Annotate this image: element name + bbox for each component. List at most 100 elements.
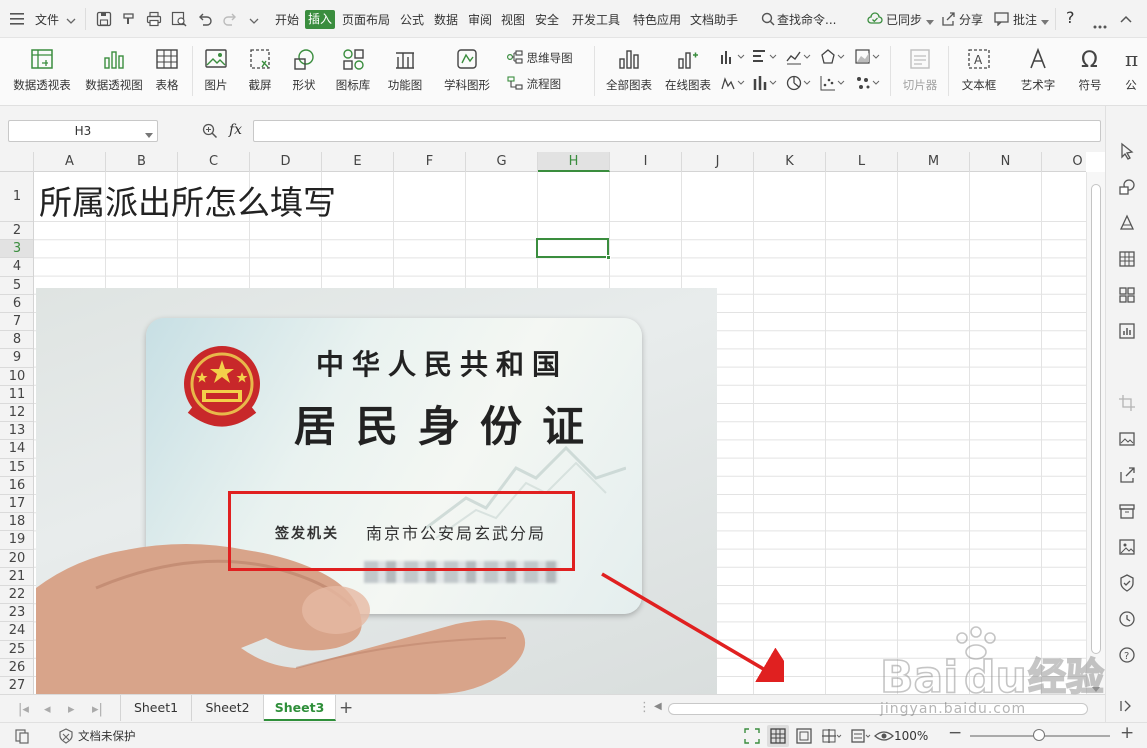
row-header-6[interactable]: 6 — [0, 295, 33, 313]
row-header-16[interactable]: 16 — [0, 477, 33, 495]
zoom-slider-thumb[interactable] — [1033, 729, 1045, 741]
zoom-out-button[interactable]: − — [948, 724, 962, 742]
row-header-15[interactable]: 15 — [0, 459, 33, 477]
tab-view[interactable]: 视图 — [501, 11, 525, 29]
tab-developer[interactable]: 开发工具 — [572, 11, 620, 29]
column-header-k[interactable]: K — [754, 152, 826, 172]
scatter-chart-icon[interactable] — [820, 75, 846, 91]
style-panel-icon[interactable] — [1118, 214, 1136, 232]
unprotected-icon[interactable] — [58, 728, 74, 744]
pivot-chart-button[interactable]: 数据透视图 — [80, 44, 148, 100]
tab-special[interactable]: 特色应用 — [633, 11, 681, 29]
export-panel-icon[interactable] — [1118, 466, 1136, 484]
tab-formula[interactable]: 公式 — [400, 11, 424, 29]
sheet-tab-3[interactable]: Sheet3 — [264, 695, 336, 721]
format-painter-icon[interactable] — [121, 11, 137, 27]
redo-icon[interactable] — [222, 11, 238, 27]
column-header-j[interactable]: J — [682, 152, 754, 172]
picture-button[interactable]: 图片 — [196, 44, 236, 100]
formula-input[interactable] — [253, 120, 1101, 142]
chevron-down-icon[interactable] — [66, 14, 76, 24]
column-chart-icon[interactable] — [720, 49, 746, 65]
row-header-1[interactable]: 1 — [0, 172, 33, 222]
shapes-panel-icon[interactable] — [1118, 178, 1136, 196]
row-header-3[interactable]: 3 — [0, 240, 33, 259]
column-header-b[interactable]: B — [106, 152, 178, 172]
sheet-tab-2[interactable]: Sheet2 — [192, 695, 264, 721]
share-icon[interactable] — [941, 12, 955, 26]
tab-security[interactable]: 安全 — [535, 11, 559, 29]
flow-chart-button[interactable]: 流程图 — [507, 75, 561, 93]
fx-button[interactable]: fx — [229, 121, 242, 139]
last-sheet-icon[interactable]: ▸| — [92, 702, 103, 717]
row-header-18[interactable]: 18 — [0, 513, 33, 532]
row-header-27[interactable]: 27 — [0, 677, 33, 694]
sync-status[interactable]: 已同步 — [886, 11, 922, 29]
search-icon[interactable] — [761, 12, 775, 26]
sheet-tab-1[interactable]: Sheet1 — [120, 695, 192, 721]
crop-panel-icon[interactable] — [1118, 394, 1136, 412]
row-header-10[interactable]: 10 — [0, 368, 33, 386]
first-sheet-icon[interactable]: |◂ — [18, 702, 29, 717]
undo-icon[interactable] — [197, 11, 213, 27]
fill-handle[interactable] — [606, 255, 611, 260]
scroll-down-icon[interactable] — [1092, 682, 1100, 692]
shape-button[interactable]: 形状 — [284, 44, 324, 100]
mind-map-button[interactable]: 思维导图 — [506, 49, 573, 67]
row-header-8[interactable]: 8 — [0, 331, 33, 350]
tab-review[interactable]: 审阅 — [468, 11, 492, 29]
column-header-m[interactable]: M — [898, 152, 970, 172]
column-header-l[interactable]: L — [826, 152, 898, 172]
column-header-o[interactable]: O — [1042, 152, 1114, 172]
doc-icon[interactable] — [14, 728, 30, 744]
column-header-d[interactable]: D — [250, 152, 322, 172]
tab-doc-helper[interactable]: 文档助手 — [690, 11, 738, 29]
column-header-g[interactable]: G — [466, 152, 538, 172]
comment-button[interactable]: 批注 — [1013, 11, 1037, 29]
column-header-c[interactable]: C — [178, 152, 250, 172]
more-icon[interactable] — [1093, 18, 1107, 29]
grid-panel-icon[interactable] — [1118, 286, 1136, 304]
vertical-scrollbar[interactable] — [1086, 172, 1105, 694]
doc-protect-status[interactable]: 文档未保护 — [78, 727, 136, 745]
print-preview-icon[interactable] — [171, 11, 187, 27]
row-header-21[interactable]: 21 — [0, 568, 33, 586]
scroll-left-icon[interactable]: ◀ — [654, 701, 662, 712]
row-header-20[interactable]: 20 — [0, 550, 33, 568]
art-text-button[interactable]: 艺术字 — [1010, 44, 1066, 100]
row-header-23[interactable]: 23 — [0, 604, 33, 623]
save-icon[interactable] — [96, 11, 112, 27]
online-chart-button[interactable]: 在线图表 — [660, 44, 716, 100]
zoom-formula-icon[interactable] — [202, 123, 218, 139]
shield-icon[interactable] — [1118, 574, 1136, 592]
cell-grid[interactable]: 所属派出所怎么填写 中华人民共和国 居民身份证 签发机关 南京市公安局玄武分局 — [34, 172, 1086, 694]
splitter-icon[interactable]: ⋮ — [638, 700, 651, 715]
comment-chevron-icon[interactable] — [1041, 15, 1049, 25]
column-header-e[interactable]: E — [322, 152, 394, 172]
tab-home[interactable]: 开始 — [275, 11, 299, 29]
column-header-i[interactable]: I — [610, 152, 682, 172]
select-all-corner[interactable] — [0, 152, 34, 172]
icon-lib-button[interactable]: 图标库 — [331, 44, 375, 100]
photo-panel-icon[interactable] — [1118, 538, 1136, 556]
row-header-4[interactable]: 4 — [0, 258, 33, 277]
focus-mode-icon[interactable] — [743, 727, 761, 745]
quick-access-chevron-icon[interactable] — [249, 14, 259, 24]
print-icon[interactable] — [146, 11, 162, 27]
tab-insert[interactable]: 插入 — [305, 10, 336, 29]
image-panel-icon[interactable] — [1118, 430, 1136, 448]
row-header-14[interactable]: 14 — [0, 440, 33, 459]
help-button[interactable]: ? — [1066, 9, 1075, 27]
row-header-25[interactable]: 25 — [0, 641, 33, 659]
stacked-chart-icon[interactable] — [752, 75, 778, 91]
name-box[interactable]: H3 — [8, 120, 158, 142]
symbol-button[interactable]: Ω 符号 — [1070, 44, 1110, 100]
normal-view-icon[interactable] — [767, 725, 789, 747]
zoom-level[interactable]: 100% — [894, 727, 928, 745]
next-sheet-icon[interactable]: ▸ — [68, 702, 75, 717]
share-button[interactable]: 分享 — [959, 11, 983, 29]
cursor-icon[interactable] — [1118, 142, 1136, 160]
area-chart-icon[interactable] — [855, 49, 881, 65]
screenshot-button[interactable]: 截屏 — [240, 44, 280, 100]
radar-chart-icon[interactable] — [820, 49, 846, 65]
